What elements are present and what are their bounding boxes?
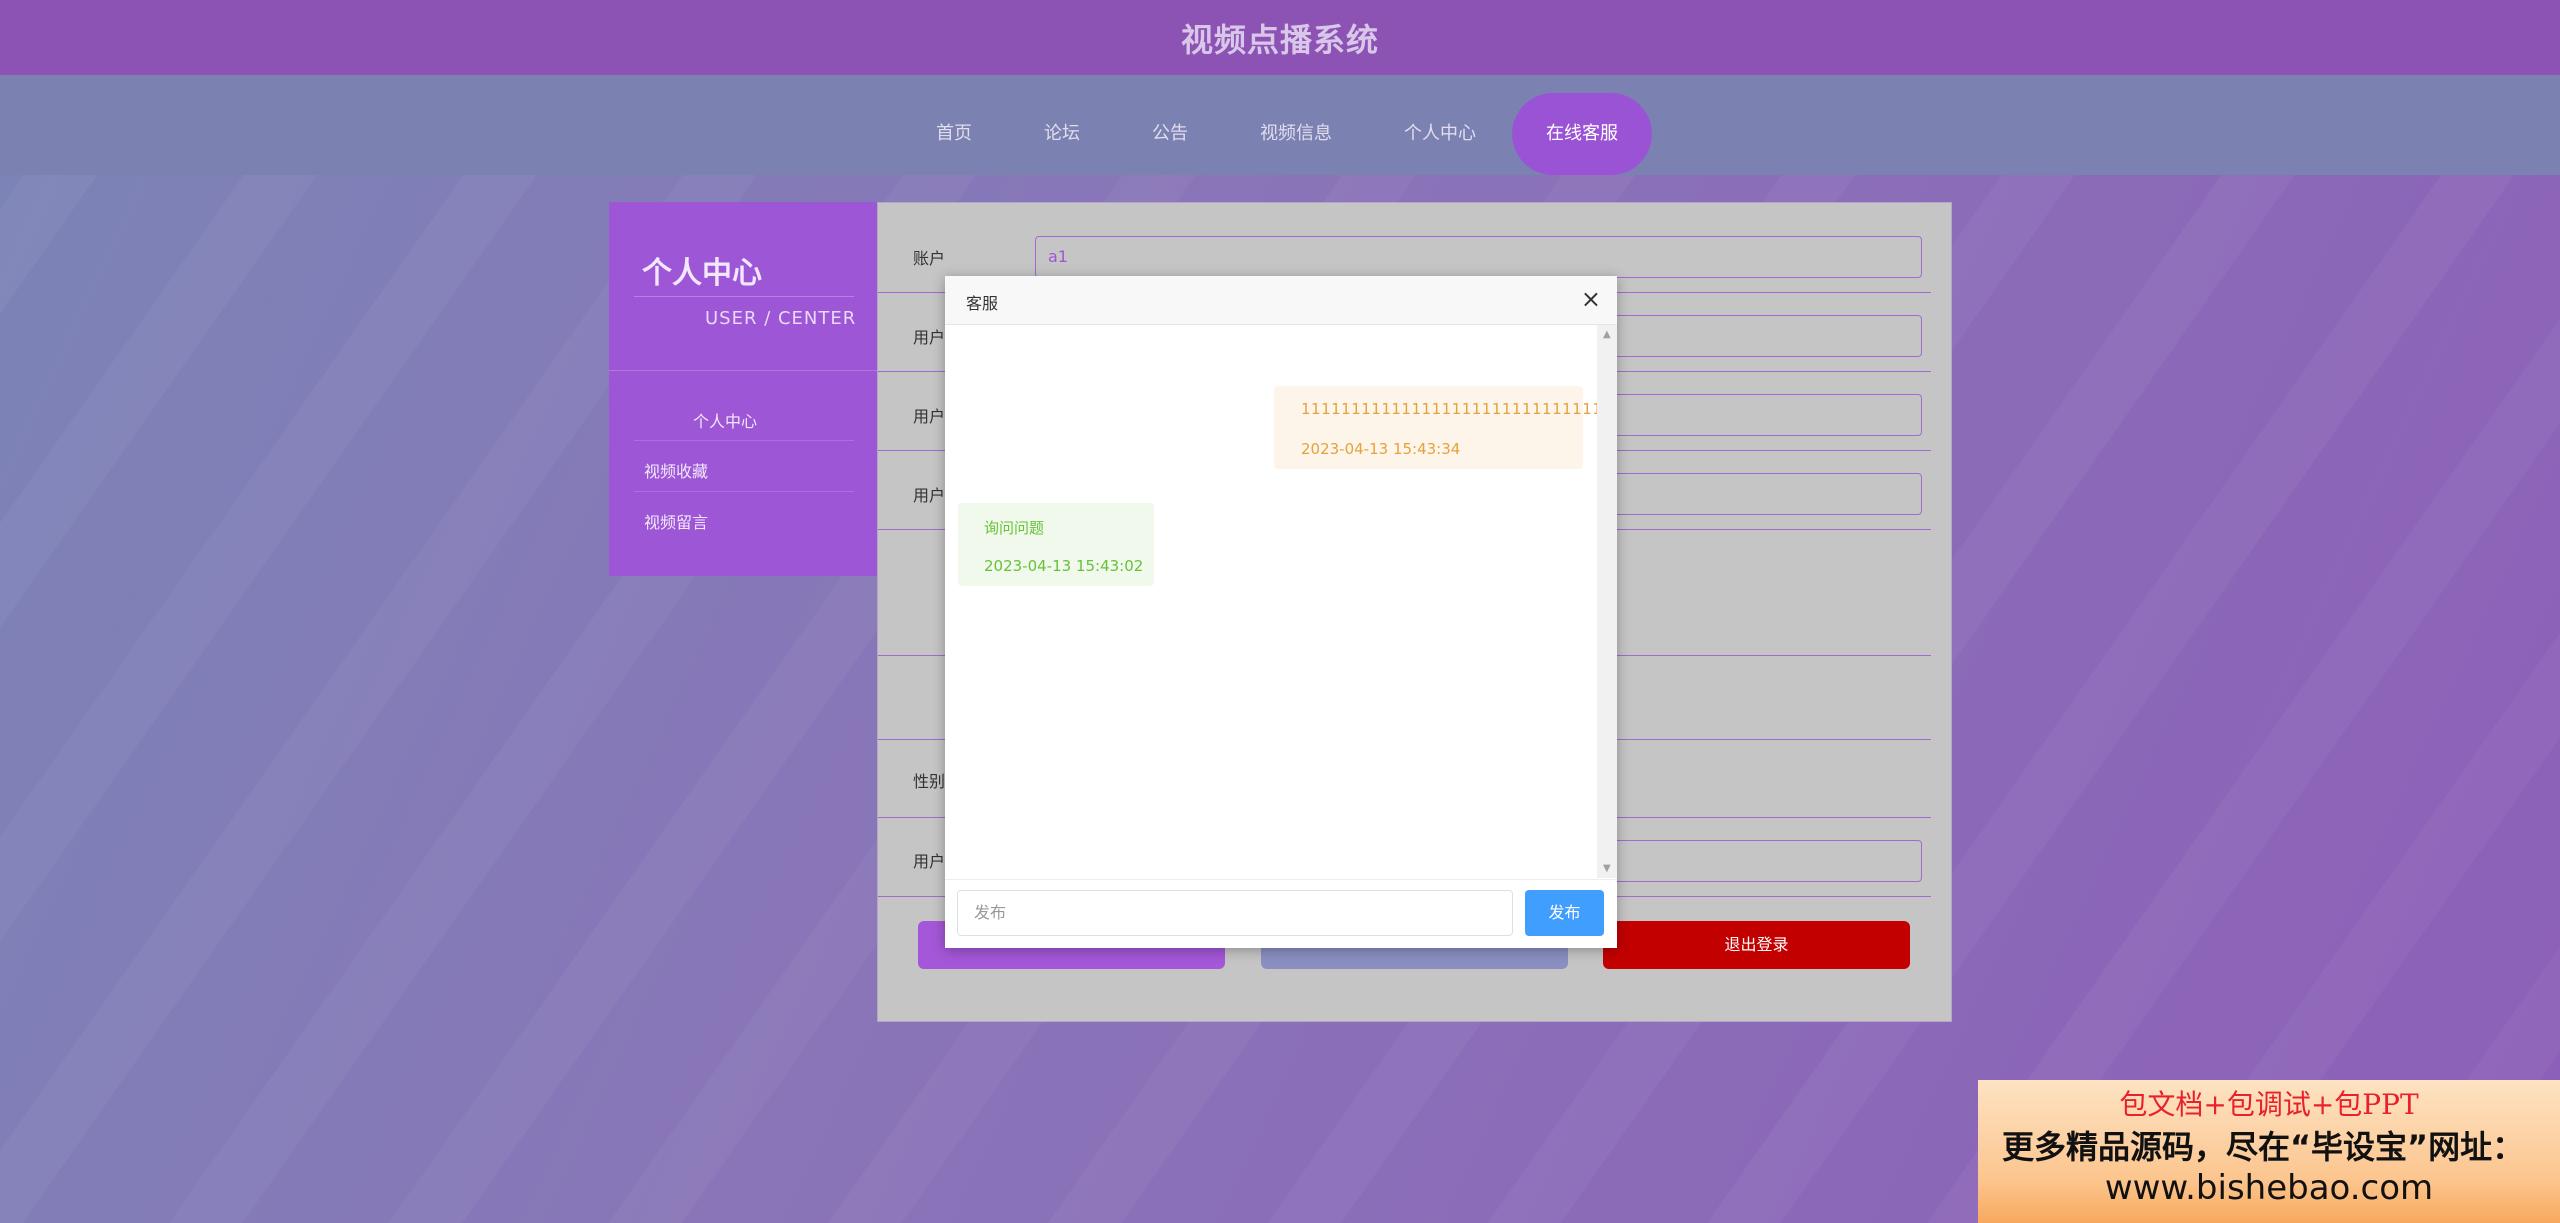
customer-service-dialog: 客服 × 1111111111111111111111111111111 202… bbox=[945, 276, 1617, 948]
dialog-footer: 发布 发布 bbox=[945, 879, 1617, 949]
message-time: 2023-04-13 15:43:34 bbox=[1301, 440, 1461, 458]
message-bubble-sent: 1111111111111111111111111111111 2023-04-… bbox=[1274, 386, 1612, 469]
scroll-up-icon[interactable]: ▲ bbox=[1603, 329, 1611, 340]
message-text: 1111111111111111111111111111111 bbox=[1301, 400, 1613, 418]
promo-url: www.bishebao.com bbox=[2104, 1168, 2434, 1208]
dialog-title: 客服 bbox=[966, 294, 999, 313]
close-icon[interactable]: × bbox=[1581, 286, 1601, 312]
promo-banner: 包文档+包调试+包PPT 更多精品源码，尽在“毕设宝”网址： www.bishe… bbox=[1978, 1080, 2560, 1223]
promo-line-2: 更多精品源码，尽在“毕设宝”网址： bbox=[2002, 1128, 2525, 1166]
message-input[interactable]: 发布 bbox=[957, 890, 1513, 936]
promo-line-1: 包文档+包调试+包PPT bbox=[2119, 1088, 2419, 1121]
dialog-header: 客服 × bbox=[945, 276, 1617, 325]
message-list: 1111111111111111111111111111111 2023-04-… bbox=[945, 325, 1612, 878]
message-scrollbar[interactable]: ▲ ▼ bbox=[1597, 325, 1617, 878]
message-text: 询问问题 bbox=[984, 519, 1045, 537]
message-bubble-received: 询问问题 2023-04-13 15:43:02 bbox=[958, 503, 1154, 586]
message-time: 2023-04-13 15:43:02 bbox=[984, 557, 1144, 575]
scroll-down-icon[interactable]: ▼ bbox=[1603, 863, 1611, 874]
send-button[interactable]: 发布 bbox=[1525, 890, 1604, 936]
